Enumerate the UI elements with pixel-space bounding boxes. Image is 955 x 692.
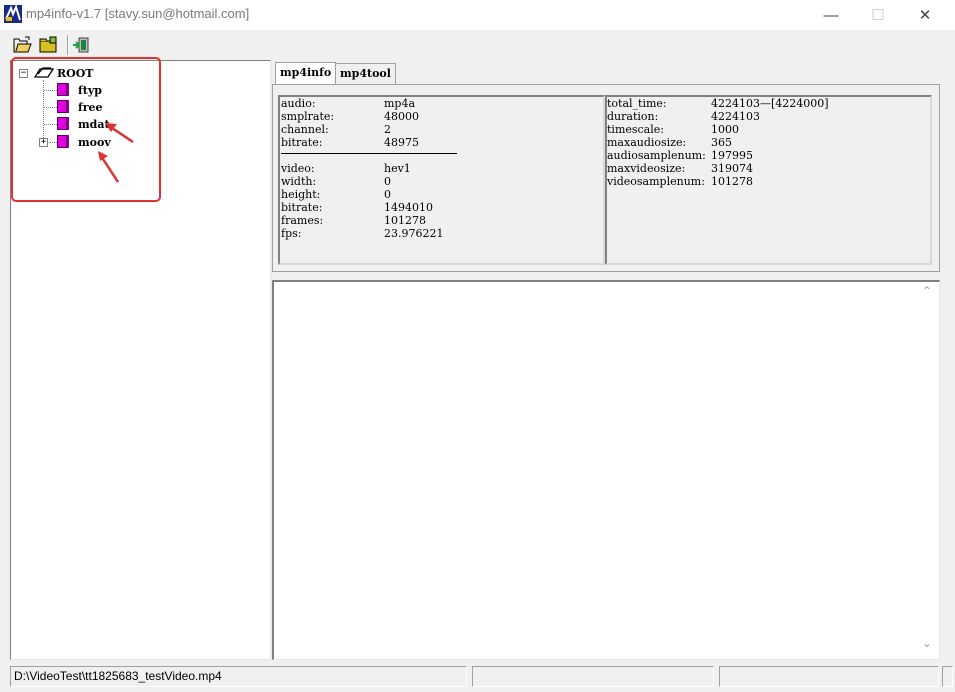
open-file-button[interactable]	[12, 34, 34, 56]
vertical-scrollbar[interactable]: ⌃ ⌄	[919, 282, 938, 659]
info-row: maxaudiosize: 365	[607, 136, 732, 149]
status-panel-3	[719, 666, 939, 687]
open-folder-icon	[39, 36, 57, 53]
tab-mp4tool[interactable]: mp4tool	[335, 63, 396, 84]
info-row: bitrate: 1494010	[281, 201, 433, 214]
timing-info: total_time: 4224103—[4224000] duration: 42…	[607, 97, 829, 188]
scroll-down-icon[interactable]: ⌄	[922, 636, 932, 650]
close-icon: ✕	[918, 7, 932, 24]
info-row: audiosamplenum: 197995	[607, 149, 753, 162]
exit-button[interactable]	[70, 34, 92, 56]
info-row: total_time: 4224103—[4224000]	[607, 97, 829, 110]
info-row: height: 0	[281, 188, 391, 201]
video-info: video: hev1 width: 0 height: 0 bitrate: 1494…	[281, 162, 444, 240]
info-row: duration: 4224103	[607, 110, 760, 123]
minimize-icon: —	[823, 6, 839, 24]
status-panel-4	[942, 666, 953, 687]
divider	[281, 153, 457, 154]
maximize-icon: ☐	[871, 7, 885, 24]
audio-info: audio: mp4a smplrate: 48000 channel: 2 bitr…	[281, 97, 419, 149]
output-text-area[interactable]	[272, 280, 940, 660]
scroll-up-icon[interactable]: ⌃	[922, 284, 932, 298]
close-button[interactable]: ✕	[902, 0, 948, 30]
info-row: width: 0	[281, 175, 391, 188]
info-row: smplrate: 48000	[281, 110, 419, 123]
app-icon	[4, 5, 22, 23]
info-row: maxvideosize: 319074	[607, 162, 753, 175]
status-file-path: D:\VideoTest\tt1825683_testVideo.mp4	[10, 666, 467, 687]
status-panel-2	[472, 666, 714, 687]
tab-mp4info[interactable]: mp4info	[275, 62, 337, 84]
open-file-icon	[13, 36, 32, 53]
toolbar-separator	[67, 35, 69, 55]
annotation-arrow-icon	[98, 123, 134, 183]
info-row: frames: 101278	[281, 214, 426, 227]
info-row: video: hev1	[281, 162, 411, 175]
info-row: videosamplenum: 101278	[607, 175, 753, 188]
open-folder-button[interactable]	[38, 34, 60, 56]
toolbar	[0, 30, 955, 60]
info-row: timescale: 1000	[607, 123, 739, 136]
info-row: audio: mp4a	[281, 97, 416, 110]
info-row: fps: 23.976221	[281, 227, 444, 240]
exit-icon	[73, 37, 89, 53]
minimize-button[interactable]: —	[808, 0, 854, 30]
maximize-button[interactable]: ☐	[855, 0, 901, 30]
info-row: bitrate: 48975	[281, 136, 419, 149]
info-row: channel: 2	[281, 123, 391, 136]
window-title: mp4info-v1.7 [stavy.sun@hotmail.com]	[26, 6, 250, 21]
